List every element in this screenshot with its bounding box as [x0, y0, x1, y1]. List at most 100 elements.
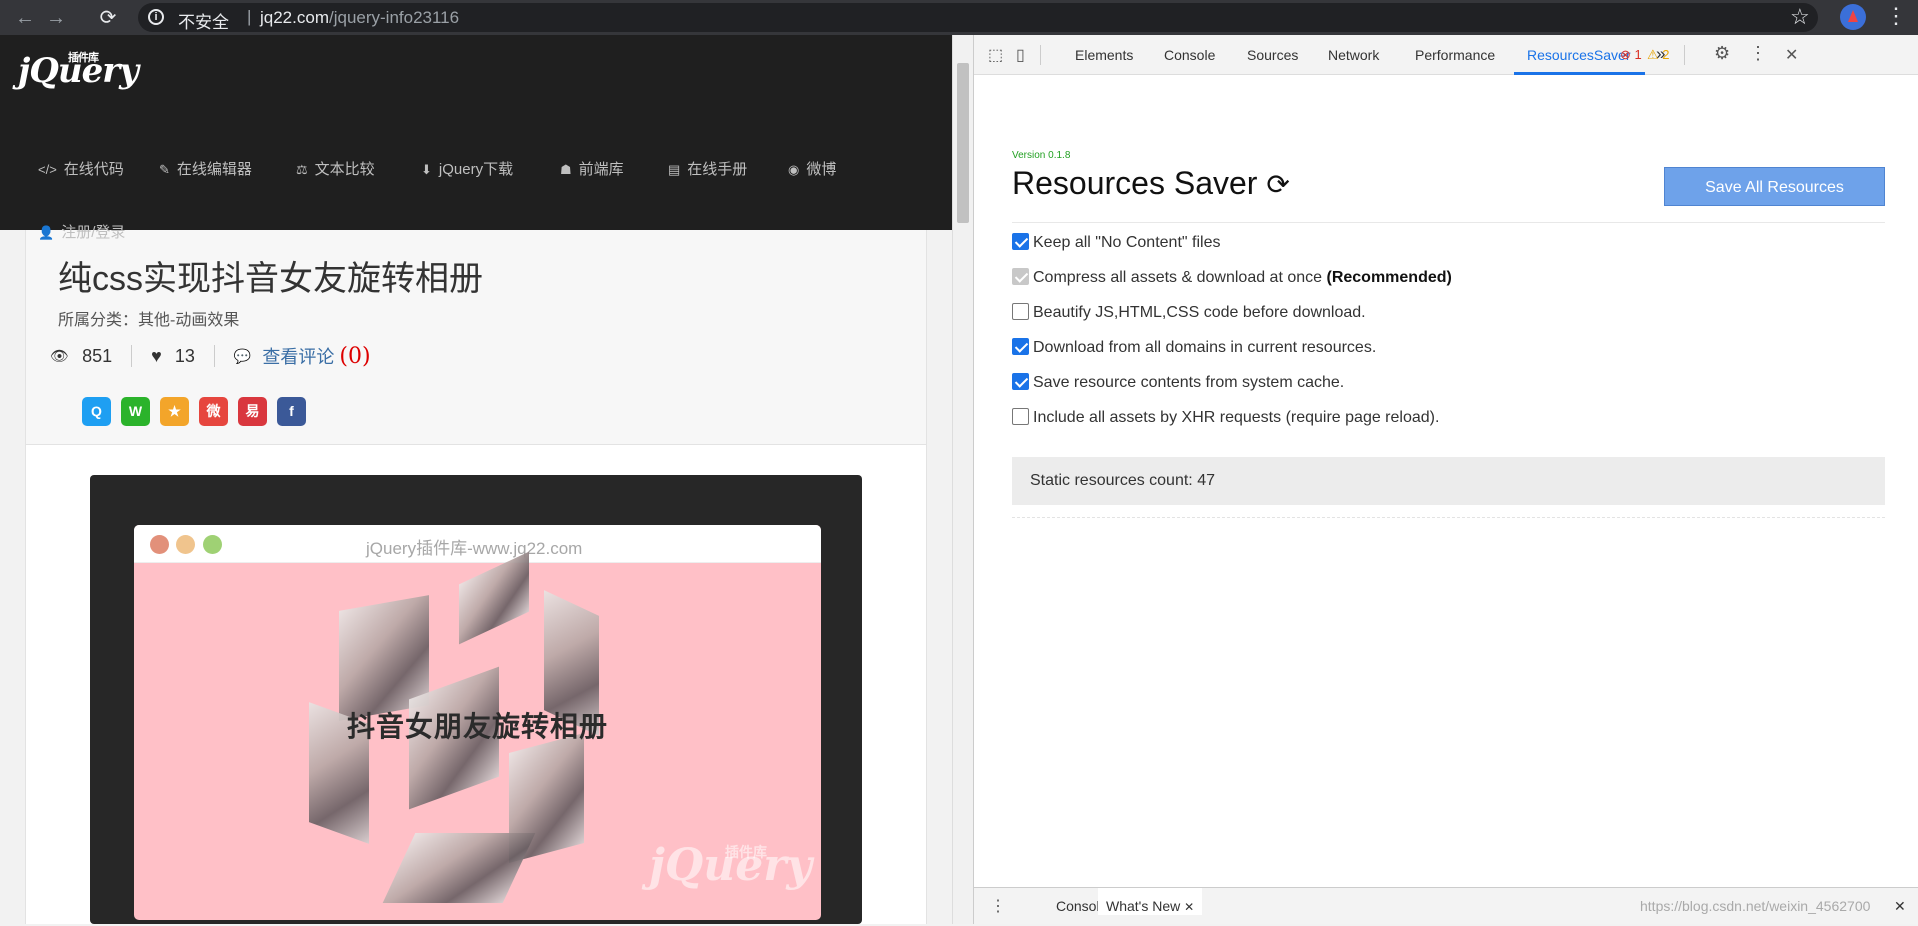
checkbox-checked[interactable]: [1012, 338, 1029, 355]
drawer-close-icon[interactable]: ✕: [1894, 898, 1906, 915]
demo-titlebar: jQuery插件库-www.jq22.com: [134, 525, 821, 563]
warning-count: 2: [1662, 47, 1670, 62]
user-icon: 👤: [38, 225, 55, 240]
nav-online-editor[interactable]: ✎ 在线编辑器: [159, 158, 252, 178]
share-netease-button[interactable]: 易: [238, 397, 267, 426]
comment-icon: 💬: [233, 347, 252, 364]
error-icon: ⊗: [1620, 47, 1631, 62]
nav-label: 前端库: [578, 161, 624, 178]
checkbox-unchecked[interactable]: [1012, 408, 1029, 425]
option-label: Compress all assets & download at once: [1033, 269, 1323, 286]
view-comments-link[interactable]: 查看评论: [262, 343, 334, 369]
drawer-tab-whats-new[interactable]: What's New ✕: [1098, 888, 1203, 915]
site-logo[interactable]: jQuery 插件库: [18, 51, 139, 91]
back-button[interactable]: ←: [12, 5, 38, 31]
extension-icon[interactable]: [1840, 4, 1866, 30]
comment-count[interactable]: (0): [339, 344, 370, 369]
nav-login-register[interactable]: 👤 注册/登录: [38, 221, 125, 241]
tab-network[interactable]: Network: [1328, 47, 1379, 63]
checkbox-checked[interactable]: [1012, 373, 1029, 390]
balance-icon: ⚖: [296, 162, 308, 177]
demo-panel: jQuery插件库-www.jq22.com 抖音女朋友旋转相册 jQuery 插…: [25, 445, 927, 924]
share-facebook-button[interactable]: f: [277, 397, 306, 426]
share-qzone-button[interactable]: ★: [160, 397, 189, 426]
reload-button[interactable]: ⟳: [95, 5, 121, 31]
code-icon: </>: [38, 162, 57, 177]
nav-weibo[interactable]: ◉ 微博: [788, 158, 836, 178]
checkbox-unchecked[interactable]: [1012, 303, 1029, 320]
nav-jquery-download[interactable]: ⬇ jQuery下载: [421, 158, 513, 178]
nav-label: 在线编辑器: [176, 161, 252, 178]
tab-console[interactable]: Console: [1164, 47, 1215, 63]
blog-watermark: https://blog.csdn.net/weixin_4562700: [1640, 898, 1871, 914]
checkbox-checked[interactable]: [1012, 233, 1029, 250]
option-label: Beautify JS,HTML,CSS code before downloa…: [1033, 304, 1366, 321]
url-text[interactable]: jq22.com/jquery-info23116: [260, 8, 459, 28]
nav-online-code[interactable]: </> 在线代码: [38, 158, 124, 178]
error-counter[interactable]: ⊗ 1: [1620, 47, 1642, 63]
tab-sources[interactable]: Sources: [1247, 47, 1298, 63]
panel-title-text: Resources Saver: [1012, 165, 1258, 201]
article-category: 所属分类：其他-动画效果: [58, 312, 240, 329]
demo-window-title: jQuery插件库-www.jq22.com: [366, 539, 583, 558]
url-path: /jquery-info23116: [328, 8, 460, 27]
nav-label: jQuery下载: [438, 161, 514, 178]
nav-frontend-lib[interactable]: ☗ 前端库: [560, 158, 624, 178]
window-dot-green: [203, 535, 222, 554]
devtools-toolbar: ⬚ ▯ Elements Console Sources Network Per…: [974, 35, 1918, 75]
settings-gear-icon[interactable]: ⚙: [1714, 43, 1730, 64]
option-system-cache[interactable]: Save resource contents from system cache…: [1012, 373, 1344, 392]
panel-title: Resources Saver ⟳: [1012, 165, 1290, 202]
web-page: 纯css实现抖音女友旋转相册 所属分类：其他-动画效果 👁 851 ♥ 13 💬…: [0, 35, 952, 924]
divider: [1012, 222, 1885, 223]
address-bar[interactable]: i 不安全 | jq22.com/jquery-info23116: [138, 3, 1818, 32]
tab-elements[interactable]: Elements: [1075, 47, 1133, 63]
devtools-menu-icon[interactable]: ⋮: [1749, 43, 1767, 64]
nav-label: 在线代码: [63, 161, 124, 178]
forward-button[interactable]: →: [43, 5, 69, 31]
bookmark-star-icon[interactable]: ☆: [1790, 4, 1810, 30]
demo-watermark: jQuery 插件库: [649, 840, 812, 891]
option-label: Keep all "No Content" files: [1033, 234, 1221, 251]
tab-performance[interactable]: Performance: [1415, 47, 1495, 63]
nav-text-compare[interactable]: ⚖ 文本比较: [296, 158, 375, 178]
option-label: Download from all domains in current res…: [1033, 339, 1377, 356]
share-qq-button[interactable]: Q: [82, 397, 111, 426]
share-wechat-button[interactable]: W: [121, 397, 150, 426]
nav-label: 在线手册: [687, 161, 748, 178]
save-all-resources-button[interactable]: Save All Resources: [1664, 167, 1885, 206]
gallery-photo: [459, 551, 529, 645]
heart-icon[interactable]: ♥: [151, 346, 162, 367]
page-scrollbar[interactable]: [952, 35, 973, 924]
checkbox-disabled: [1012, 268, 1029, 285]
demo-frame: jQuery插件库-www.jq22.com 抖音女朋友旋转相册 jQuery 插…: [90, 475, 862, 924]
active-tab-indicator: [1514, 72, 1645, 75]
download-icon: ⬇: [421, 162, 432, 177]
browser-menu-icon[interactable]: ⋮: [1885, 3, 1907, 29]
drawer-tab-close-icon[interactable]: ✕: [1184, 900, 1194, 914]
drawer-menu-icon[interactable]: ⋮: [990, 896, 1006, 916]
inspect-element-icon[interactable]: ⬚: [988, 45, 1003, 65]
scrollbar-thumb[interactable]: [957, 63, 969, 223]
refresh-icon[interactable]: ⟳: [1266, 169, 1289, 200]
tab-resourcessaver[interactable]: ResourcesSaver: [1527, 47, 1631, 63]
window-dot-red: [150, 535, 169, 554]
share-weibo-button[interactable]: 微: [199, 397, 228, 426]
demo-window[interactable]: jQuery插件库-www.jq22.com 抖音女朋友旋转相册 jQuery 插…: [134, 525, 821, 920]
option-keep-no-content[interactable]: Keep all "No Content" files: [1012, 233, 1220, 252]
static-resources-count: Static resources count: 47: [1012, 457, 1885, 505]
option-all-domains[interactable]: Download from all domains in current res…: [1012, 338, 1376, 357]
warning-counter[interactable]: ⚠ 2: [1647, 47, 1670, 63]
site-header: jQuery 插件库 </> 在线代码 ✎ 在线编辑器 ⚖ 文本比较 ⬇ jQuery下载…: [0, 35, 952, 241]
error-count: 1: [1634, 47, 1642, 62]
option-xhr-requests[interactable]: Include all assets by XHR requests (requ…: [1012, 408, 1439, 427]
devtools-close-icon[interactable]: ✕: [1785, 45, 1798, 65]
device-toolbar-icon[interactable]: ▯: [1016, 45, 1025, 65]
article-title: 纯css实现抖音女友旋转相册: [58, 260, 483, 298]
site-info-icon[interactable]: i: [148, 9, 164, 25]
eye-icon: 👁: [50, 348, 70, 365]
version-label: Version 0.1.8: [1012, 150, 1071, 161]
nav-label: 文本比较: [314, 161, 375, 178]
option-beautify-code[interactable]: Beautify JS,HTML,CSS code before downloa…: [1012, 303, 1366, 322]
nav-online-manual[interactable]: ▤ 在线手册: [668, 158, 747, 178]
